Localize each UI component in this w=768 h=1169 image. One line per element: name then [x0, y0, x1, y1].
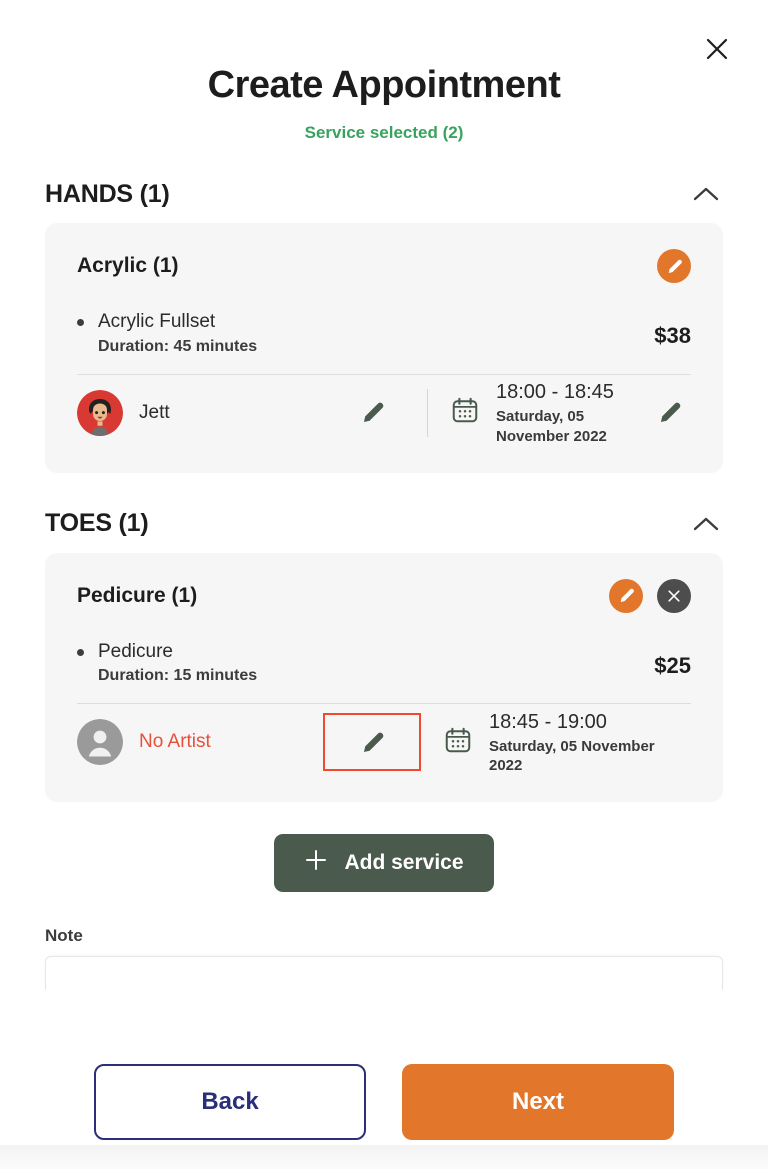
- section-title: TOES (1): [45, 509, 149, 538]
- section-header-toes[interactable]: TOES (1): [45, 495, 723, 553]
- bullet-icon: [77, 648, 84, 656]
- card-actions: [609, 578, 691, 613]
- section-title: HANDS (1): [45, 179, 170, 208]
- next-button[interactable]: Next: [402, 1064, 674, 1140]
- pencil-icon[interactable]: [657, 249, 691, 283]
- add-service-button[interactable]: Add service: [274, 834, 494, 893]
- edit-artist-button[interactable]: [323, 713, 421, 772]
- card-header: Pedicure (1): [77, 578, 691, 613]
- card-title: Acrylic (1): [77, 254, 179, 277]
- edit-schedule-button[interactable]: [647, 400, 691, 425]
- appointment-date: Saturday, 05 November 2022: [489, 737, 655, 775]
- section-header-hands[interactable]: HANDS (1): [45, 165, 723, 223]
- service-card-acrylic: Acrylic (1) Acrylic Fullset Duration: 45…: [45, 223, 723, 473]
- note-section: Note: [0, 926, 768, 991]
- service-duration: Duration: 15 minutes: [98, 667, 258, 685]
- appointment-date: Saturday, 05 November 2022: [496, 408, 607, 445]
- schedule-block: 18:00 - 18:45 Saturday, 05 November 2022: [428, 379, 647, 446]
- artist-block: No Artist: [77, 719, 317, 766]
- close-icon[interactable]: [700, 32, 734, 66]
- service-line: Acrylic Fullset Duration: 45 minutes $38: [77, 309, 691, 356]
- pencil-icon[interactable]: [609, 578, 643, 613]
- footer-actions: Back Next: [0, 1054, 768, 1169]
- section-hands: HANDS (1) Acrylic (1) Acrylic Fullset Du…: [0, 165, 768, 473]
- avatar: [77, 389, 123, 436]
- schedule-block: 18:45 - 19:00 Saturday, 05 November 2022: [421, 709, 691, 776]
- service-selected-count: Service selected (2): [304, 123, 464, 142]
- plus-icon: [304, 848, 328, 878]
- add-service-label: Add service: [344, 851, 464, 875]
- section-toes: TOES (1) Pedicure (1) Pedicure Duration:…: [0, 495, 768, 803]
- artist-block: Jett: [77, 389, 317, 436]
- service-card-pedicure: Pedicure (1) Pedicure Duration: 15 minut…: [45, 552, 723, 803]
- appointment-time: 18:45 - 19:00: [489, 710, 607, 733]
- chevron-up-icon[interactable]: [689, 177, 723, 211]
- note-label: Note: [45, 926, 83, 946]
- service-price: $25: [654, 652, 691, 678]
- service-duration: Duration: 45 minutes: [98, 337, 258, 355]
- page-title: Create Appointment: [207, 64, 561, 106]
- edit-artist-button[interactable]: [317, 400, 427, 425]
- avatar-placeholder-icon: [77, 719, 123, 766]
- note-input[interactable]: [45, 956, 723, 991]
- artist-schedule-row: No Artist 18:45 - 19:00 Saturday, 05 Nov…: [77, 704, 691, 780]
- service-name: Pedicure: [98, 640, 173, 662]
- artist-name: No Artist: [139, 731, 211, 753]
- chevron-up-icon[interactable]: [689, 507, 723, 541]
- card-actions: [657, 249, 691, 283]
- bullet-icon: [77, 319, 84, 326]
- artist-schedule-row: Jett 18:00 - 18:45 Saturday, 05 November…: [77, 375, 691, 451]
- service-price: $38: [654, 323, 691, 348]
- artist-name: Jett: [139, 401, 170, 423]
- card-header: Acrylic (1): [77, 249, 691, 283]
- card-title: Pedicure (1): [77, 583, 198, 607]
- footer-strip: [0, 1145, 768, 1169]
- create-appointment-dialog: Create Appointment Service selected (2) …: [0, 0, 768, 1169]
- service-name: Acrylic Fullset: [98, 311, 216, 332]
- back-button[interactable]: Back: [94, 1064, 366, 1140]
- service-line: Pedicure Duration: 15 minutes $25: [77, 639, 691, 686]
- calendar-icon: [450, 395, 480, 430]
- add-service-wrap: Add service: [0, 834, 768, 893]
- calendar-icon: [443, 725, 473, 760]
- close-circle-icon[interactable]: [657, 578, 691, 613]
- appointment-time: 18:00 - 18:45: [496, 381, 614, 404]
